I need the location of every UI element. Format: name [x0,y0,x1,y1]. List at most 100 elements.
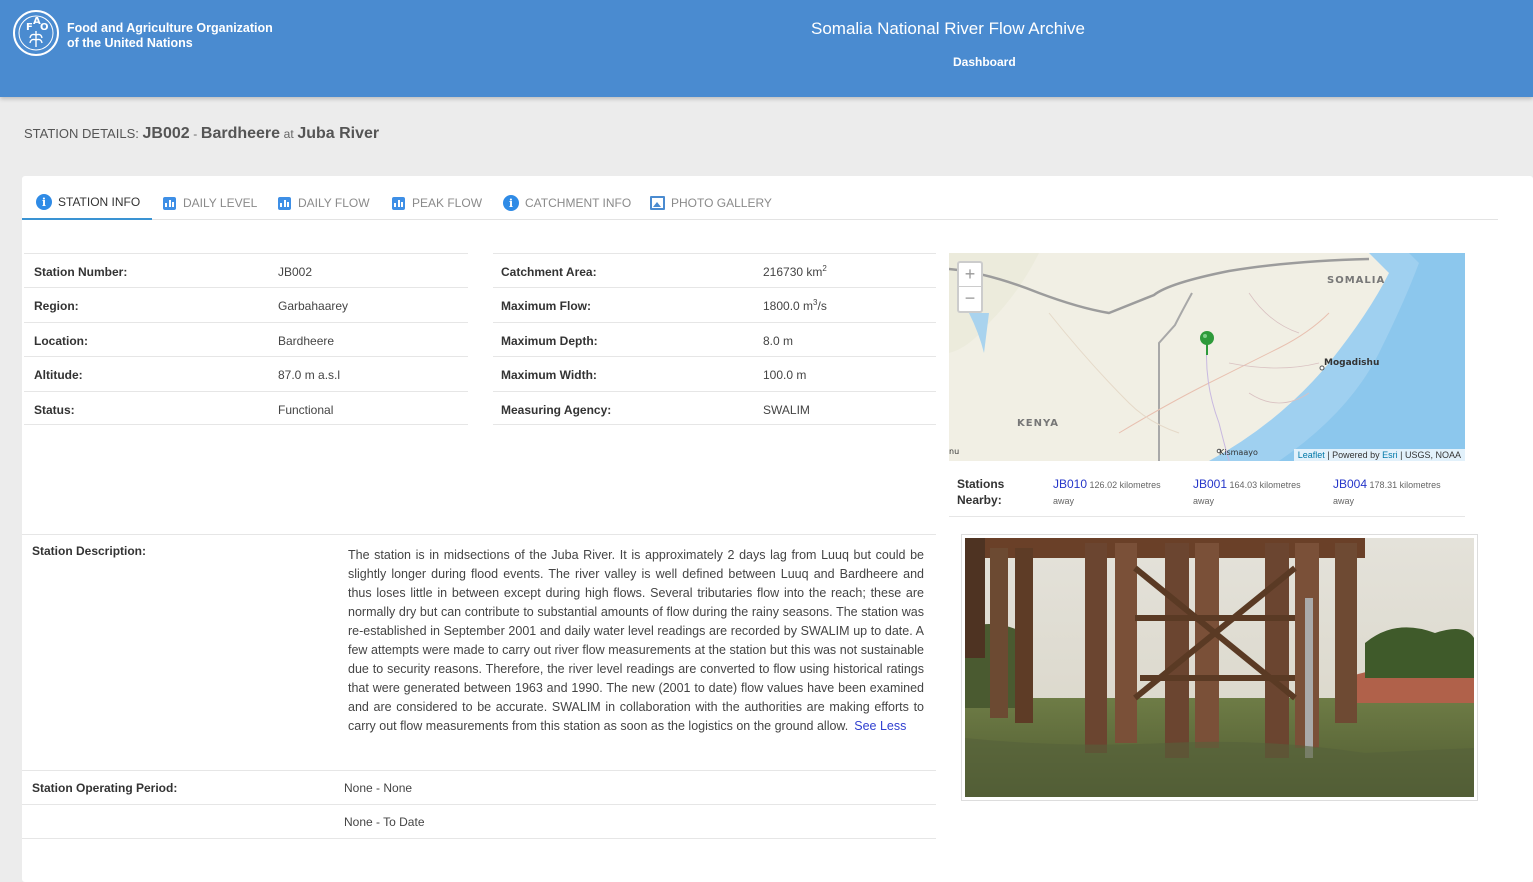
info-value: Bardheere [278,333,335,348]
tab-photo-gallery[interactable]: PHOTO GALLERY [650,186,772,220]
info-label: Catchment Area: [501,265,597,279]
nearby-station-item: JB010 126.02 kilometres away [1053,476,1183,509]
attribution-powered: | Powered by [1327,450,1380,460]
nearby-station-distance: 164.03 kilometres [1229,480,1301,490]
station-photo[interactable] [961,534,1478,801]
info-label: Maximum Depth: [501,333,598,348]
info-row-altitude: Altitude: 87.0 m a.s.l [24,356,468,390]
info-row-catchment-area: Catchment Area: 216730 km2 [493,253,936,287]
tab-bar: i STATION INFO DAILY LEVEL DAILY FLOW PE… [22,186,1498,220]
info-row-maximum-flow: Maximum Flow: 1800.0 m3/s [493,287,936,321]
operating-period-value: None - To Date [344,815,425,829]
divider [22,534,936,535]
info-row-station-number: Station Number: JB002 [24,253,468,287]
station-description-label: Station Description: [32,544,147,558]
stations-nearby: Stations Nearby: JB010 126.02 kilometres… [949,465,1465,517]
bridge-photo [965,538,1474,797]
nearby-station-away: away [1333,496,1355,506]
zoom-in-button[interactable]: + [959,263,981,287]
tab-label: DAILY LEVEL [183,196,258,210]
info-label: Altitude: [34,368,83,383]
tab-daily-flow[interactable]: DAILY FLOW [278,186,370,220]
info-value: Garbahaarey [278,299,349,314]
info-label: Measuring Agency: [501,402,612,417]
info-row-maximum-depth: Maximum Depth: 8.0 m [493,321,936,356]
info-value: 87.0 m a.s.l [278,368,341,383]
tab-peak-flow[interactable]: PEAK FLOW [392,186,482,220]
heading-separator: - [193,127,198,141]
tab-label: PEAK FLOW [412,196,483,210]
station-info-table: Station Number: JB002 Region: Garbahaare… [24,253,468,425]
map-attribution: Leaflet | Powered by Esri | USGS, NOAA [1293,449,1465,461]
station-name: Bardheere [200,125,281,142]
station-metrics-table: Catchment Area: 216730 km2 Maximum Flow:… [493,253,936,425]
nearby-station-item: JB001 164.03 kilometres away [1193,476,1323,509]
info-row-region: Region: Garbahaarey [24,287,468,321]
see-less-link[interactable]: See Less [854,719,906,733]
info-row-status: Status: Functional [24,390,468,425]
esri-link[interactable]: Esri [1382,450,1398,460]
value-text: 216730 km [763,265,823,279]
station-location-map[interactable]: SOMALIA KENYA Mogadishu Kismaayo nu + − … [949,253,1465,461]
nearby-station-away: away [1053,496,1075,506]
attribution-rest: | USGS, NOAA [1400,450,1461,460]
tab-daily-level[interactable]: DAILY LEVEL [163,186,257,220]
info-label: Maximum Width: [501,368,597,383]
tab-label: DAILY FLOW [298,196,370,210]
station-marker-icon[interactable] [1199,330,1215,356]
map-label-edge: nu [949,447,959,456]
info-value: 1800.0 m3/s [763,299,827,314]
station-card: i STATION INFO DAILY LEVEL DAILY FLOW PE… [22,176,1533,882]
tab-label: STATION INFO [58,195,141,209]
label-line-1: Stations [957,477,1005,491]
value-suffix: /s [817,299,827,314]
heading-at: at [283,127,294,141]
nav-dashboard-link[interactable]: Dashboard [953,55,1016,69]
operating-period-value: None - None [344,781,413,795]
nearby-station-link[interactable]: JB004 [1333,477,1367,491]
description-body: The station is in midsections of the Jub… [348,548,924,733]
info-value: 216730 km2 [763,264,827,280]
zoom-out-button[interactable]: − [959,287,981,311]
nearby-station-away: away [1193,496,1215,506]
app-title: Somalia National River Flow Archive [811,19,1085,38]
operating-period-row: Station Operating Period: None - None [22,770,936,805]
info-label: Station Number: [34,265,128,279]
info-label: Maximum Flow: [501,299,592,314]
nearby-station-distance: 126.02 kilometres [1089,480,1161,490]
station-details-heading: STATION DETAILS: JB002 - Bardheere at Ju… [24,125,379,143]
station-details-prefix: STATION DETAILS: [24,126,139,141]
info-value: SWALIM [763,402,810,417]
tab-label: CATCHMENT INFO [525,196,632,210]
info-row-maximum-width: Maximum Width: 100.0 m [493,356,936,390]
leaflet-link[interactable]: Leaflet [1298,450,1325,460]
stations-nearby-label: Stations Nearby: [957,476,1004,508]
bar-chart-icon [392,196,405,210]
info-label: Location: [34,333,88,348]
nearby-station-link[interactable]: JB010 [1053,477,1087,491]
map-label-kismaayo: Kismaayo [1219,448,1258,457]
photo-icon [650,196,665,210]
map-label-kenya: KENYA [1017,418,1059,429]
label-line-2: Nearby: [957,493,1002,507]
value-text: 1800.0 m [763,299,814,314]
value-superscript: 2 [822,264,827,273]
station-description-text: The station is in midsections of the Jub… [348,546,924,736]
river-name: Juba River [297,125,380,142]
info-value: Functional [278,402,334,417]
station-code: JB002 [142,125,190,142]
info-value: JB002 [278,265,313,279]
operating-period-label: Station Operating Period: [32,781,178,795]
bar-chart-icon [278,196,291,210]
operating-period-row: None - To Date [22,804,936,839]
info-icon: i [36,194,52,210]
tab-catchment-info[interactable]: i CATCHMENT INFO [503,186,631,220]
map-label-mogadishu: Mogadishu [1324,358,1379,368]
bar-chart-icon [163,196,176,210]
nearby-station-link[interactable]: JB001 [1193,477,1227,491]
tab-station-info[interactable]: i STATION INFO [22,186,153,220]
top-header-bar: F A O Food and Agriculture Organization … [0,0,1533,97]
info-label: Status: [34,402,75,417]
info-row-location: Location: Bardheere [24,321,468,356]
info-value: 100.0 m [763,368,807,383]
